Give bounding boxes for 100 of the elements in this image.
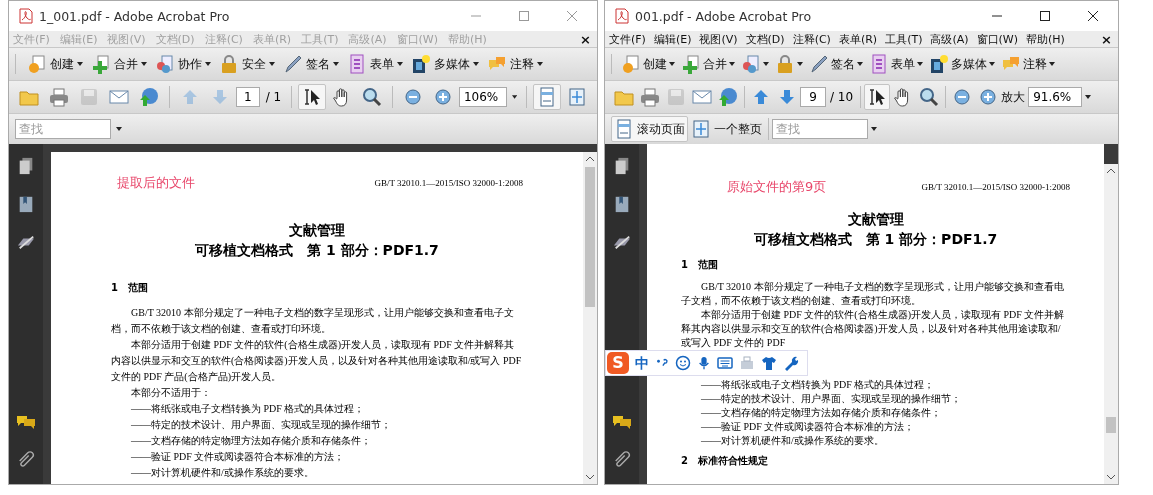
microphone-icon[interactable] [697,354,711,371]
zoom-in-icon [978,87,999,107]
scrollbar-thumb[interactable] [1106,417,1116,433]
menu-item[interactable]: 帮助(H) [1026,31,1065,47]
mail-icon [109,87,129,107]
sign-icon [809,54,829,74]
close-document-button[interactable]: × [1101,31,1112,47]
caret-icon [141,62,147,66]
menu-item[interactable]: 工具(T) [885,31,923,47]
zoom-field[interactable]: 91.6% [1028,87,1083,107]
pages-icon[interactable] [17,156,35,176]
view-button[interactable]: 一个整页 [688,116,765,142]
annotation-text: 提取后的文件 [117,174,195,192]
multimedia-icon [411,54,431,74]
find-field[interactable]: 查找 [15,119,111,139]
menu-item[interactable]: 编辑(E) [653,31,692,47]
zoom-out-icon [402,87,423,107]
caret-icon [333,62,339,66]
task-button[interactable]: 多媒体 [926,51,998,77]
sign-icon [283,54,303,74]
window-title: 001.pdf - Adobe Acrobat Pro [635,8,812,24]
paperclip-icon[interactable] [17,450,35,470]
menu-item[interactable]: 注释(C) [792,31,831,47]
fit-width-icon [537,87,557,107]
task-button[interactable]: 合并 [678,51,738,77]
dropdown-arrow-icon[interactable] [871,127,877,131]
pdf-file-icon [19,8,33,24]
task-button[interactable]: 协作 [152,51,214,77]
caret-icon [1049,62,1055,66]
pages-icon[interactable] [613,156,631,176]
zoom-icon [919,87,940,107]
emoji-icon[interactable] [675,354,691,371]
zoom-field[interactable]: 106% [458,87,507,107]
task-button[interactable]: 合并 [88,51,150,77]
paragraph: GB/T 32010 本部分规定了一种电子文档的数字呈现形式，让用户能够交换和查看电子文档，而不依赖于该文档的创建、查看或打印环境。 [111,305,515,336]
dropdown-arrow-icon[interactable] [1085,95,1092,99]
scroll-down-icon[interactable] [586,475,594,480]
fit-page-icon [567,87,587,107]
page-number-field[interactable]: 1 [235,87,260,107]
caret-icon [537,62,543,66]
task-button[interactable]: 签名 [280,51,342,77]
zoom-icon [362,87,383,107]
task-button[interactable]: 表单 [866,51,926,77]
document-title: 文献管理 [288,221,346,240]
list-item: ——将纸张或电子文档转换为 PDF 格式的具体过程； [130,401,366,416]
scroll-up-icon[interactable] [586,156,594,161]
vertical-scrollbar[interactable] [583,152,597,484]
list-item: ——特定的技术设计、用户界面、实现或呈现的操作细节； [130,417,392,432]
create-icon [27,54,47,74]
menu-item[interactable]: 窗口(W) [976,31,1019,47]
vertical-scrollbar[interactable] [1104,164,1118,484]
fit-width-icon [614,119,634,139]
multimedia-icon [929,54,949,74]
caret-icon [397,62,403,66]
menu-item[interactable]: 视图(V) [699,31,738,47]
shirt-icon[interactable] [761,354,777,371]
caret-icon [77,62,83,66]
document-subtitle: 可移植文档格式 第 1 部分：PDF1.7 [752,230,999,250]
toolbar-button[interactable]: 放大 [975,84,1029,110]
menu-item[interactable]: 高级(A) [930,31,969,47]
input-mode-button[interactable]: 中 [635,352,649,373]
forms-icon [869,54,889,74]
task-button[interactable]: 安全 [216,51,278,77]
dropdown-arrow-icon[interactable] [116,127,122,131]
fit-page-icon [691,119,711,139]
list-item: ——对计算机硬件和/或操作系统的要求。 [130,465,315,480]
page-count: / 1 [265,90,282,104]
bookmark-icon[interactable] [613,194,631,214]
paperclip-icon[interactable] [613,450,631,470]
menu-item[interactable]: 文档(D) [745,31,785,47]
caret-icon [473,62,479,66]
task-button[interactable]: 创建 [24,51,86,77]
toolbar-button[interactable] [298,84,327,110]
section-heading: 1 范围 [111,280,149,295]
find-field[interactable]: 查找 [772,119,868,139]
scroll-up-icon[interactable] [1107,168,1115,173]
keyboard-icon[interactable] [717,354,733,371]
wrench-icon[interactable] [783,354,799,371]
task-button[interactable]: 注释 [998,51,1058,77]
forms-icon [347,54,367,74]
list-item: ——对计算机硬件和/或操作系统的要求。 [700,433,885,448]
page-number-field[interactable]: 9 [800,87,826,107]
task-button[interactable]: 多媒体 [408,51,482,77]
scrollbar-thumb[interactable] [585,167,595,307]
section-heading: 2 标准符合性规定 [681,453,769,468]
dropdown-arrow-icon[interactable] [511,95,518,99]
list-item: ——特定的技术设计、用户界面、实现或呈现的操作细节； [700,391,962,406]
toolbar-button[interactable] [864,84,891,110]
task-button[interactable]: 签名 [806,51,866,77]
task-button[interactable]: 创建 [618,51,678,77]
scroll-down-icon[interactable] [1107,475,1115,480]
task-button[interactable]: 表单 [344,51,406,77]
pdf-file-icon [615,8,629,24]
menu-item[interactable]: 文件(F) [609,31,646,47]
view-button[interactable]: 滚动页面 [611,116,688,142]
create-icon [621,54,641,74]
menu-item[interactable]: 表单(R) [838,31,878,47]
task-button[interactable]: 注释 [484,51,546,77]
bookmark-icon[interactable] [17,194,35,214]
caret-icon [763,62,769,66]
